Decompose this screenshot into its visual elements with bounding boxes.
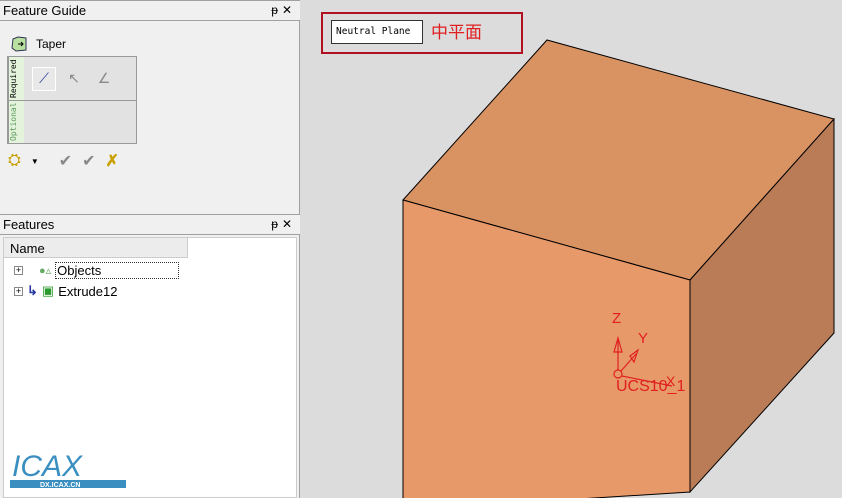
cube-model[interactable] <box>0 0 842 498</box>
chinese-translation: 中平面 <box>431 23 482 42</box>
ucs-y-label: Y <box>638 330 649 347</box>
ucs-z-label: Z <box>612 310 622 327</box>
ucs-name-label: UCS10_1 <box>616 378 686 395</box>
neutral-plane-prompt: Neutral Plane <box>331 20 423 44</box>
neutral-plane-annotation: Neutral Plane 中平面 <box>321 12 523 54</box>
